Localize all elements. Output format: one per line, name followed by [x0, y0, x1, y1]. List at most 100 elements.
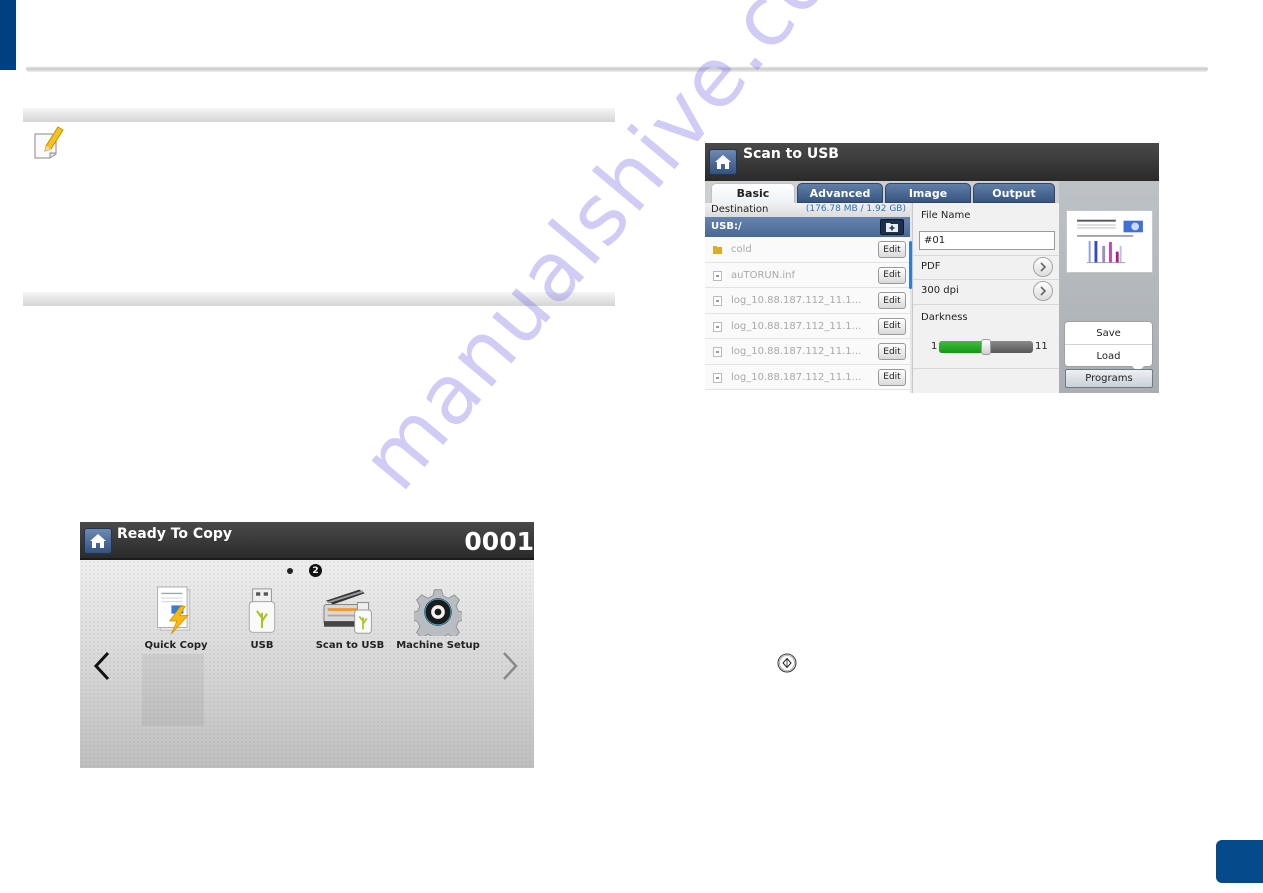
settings-panel: File Name PDF 300 dpi Darkness 1 11 [912, 203, 1059, 393]
pressed-tile-highlight [142, 654, 204, 726]
darkness-min: 1 [931, 341, 938, 352]
current-path-bar: USB:/ [705, 217, 910, 237]
file-icon [713, 347, 722, 357]
quick-copy-icon [131, 580, 221, 636]
prev-page-button[interactable] [92, 650, 112, 682]
screen-title: Scan to USB [743, 146, 839, 162]
app-label: Machine Setup [396, 640, 480, 651]
edit-button[interactable]: Edit [878, 343, 906, 360]
file-list: cold Edit auTORUN.inf Edit log_10.88.187… [705, 237, 910, 390]
home-button[interactable] [84, 528, 112, 554]
resolution-button[interactable] [1033, 281, 1053, 301]
app-scan-to-usb[interactable]: Scan to USB [305, 580, 395, 651]
page-number-badge [1216, 840, 1263, 883]
header-rule [26, 66, 1208, 72]
home-icon [715, 155, 731, 169]
programs-button[interactable]: Programs [1065, 369, 1153, 388]
file-name: auTORUN.inf [731, 269, 796, 281]
note-box-bottom-bar [23, 292, 615, 306]
current-path: USB:/ [711, 221, 742, 232]
screen-header: Scan to USB [705, 143, 1159, 181]
app-label: Quick Copy [144, 640, 208, 651]
file-name-label: File Name [921, 210, 971, 221]
resolution-value: 300 dpi [921, 285, 959, 296]
page-indicator: 2 [287, 564, 322, 577]
programs-menu: Save Load [1064, 321, 1153, 372]
file-list-item[interactable]: auTORUN.inf Edit [705, 262, 910, 288]
file-list-item[interactable]: log_10.88.187.112_11.1... Edit [705, 313, 910, 339]
edit-button[interactable]: Edit [878, 241, 906, 258]
file-name: cold [731, 244, 752, 255]
darkness-track[interactable] [939, 339, 1033, 355]
tab-advanced[interactable]: Advanced [797, 183, 883, 203]
chevron-right-icon [1040, 286, 1047, 296]
divider [913, 304, 1059, 305]
programs-save[interactable]: Save [1065, 322, 1152, 345]
destination-header: Destination (176.78 MB / 1.92 GB) [705, 203, 910, 217]
app-label: USB [250, 640, 274, 651]
tab-basic[interactable]: Basic [711, 183, 795, 203]
document-preview[interactable] [1066, 210, 1153, 273]
file-list-item[interactable]: log_10.88.187.112_11.1... Edit [705, 339, 910, 365]
file-list-item[interactable]: log_10.88.187.112_11.1... Edit [705, 364, 910, 390]
darkness-max: 11 [1035, 341, 1048, 352]
copy-count: 0001 [464, 527, 534, 556]
file-format-value: PDF [921, 261, 941, 272]
preview-panel: Save Load Programs [1059, 181, 1159, 393]
divider [913, 255, 1059, 256]
tab-output[interactable]: Output [973, 183, 1055, 203]
folder-icon [713, 246, 722, 254]
document-thumbnail-icon [1077, 219, 1143, 264]
divider [913, 368, 1059, 369]
new-folder-button[interactable] [880, 219, 904, 235]
file-icon [713, 321, 722, 332]
next-page-button[interactable] [500, 650, 520, 682]
file-icon [713, 270, 722, 281]
darkness-slider[interactable]: 1 11 [921, 339, 1051, 355]
app-label: Scan to USB [315, 640, 385, 651]
scan-to-usb-icon [305, 580, 395, 636]
darkness-knob[interactable] [981, 339, 991, 355]
file-icon [713, 296, 722, 306]
edit-button[interactable]: Edit [878, 266, 906, 284]
file-list-item[interactable]: cold Edit [705, 237, 910, 263]
ready-to-copy-screen: Ready To Copy 0001 2 Quick Copy USB Scan… [80, 522, 534, 768]
start-diamond-icon [777, 653, 797, 673]
programs-load[interactable]: Load [1065, 345, 1152, 368]
tab-image[interactable]: Image [885, 183, 971, 203]
darkness-fill [939, 341, 986, 353]
chapter-side-tab [0, 0, 16, 70]
scan-to-usb-screen: Scan to USB Basic Advanced Image Output … [705, 143, 1159, 393]
screen-header: Ready To Copy 0001 [80, 522, 534, 560]
tab-bar: Basic Advanced Image Output [705, 181, 1059, 203]
machine-setup-gear-icon [393, 580, 483, 636]
file-icon [713, 372, 722, 383]
file-name-input[interactable] [919, 231, 1055, 250]
edit-button[interactable]: Edit [878, 292, 906, 309]
edit-button[interactable]: Edit [878, 317, 906, 335]
file-name: log_10.88.187.112_11.1... [731, 320, 862, 332]
page-dot-1[interactable] [287, 567, 293, 574]
app-usb[interactable]: USB [217, 580, 307, 651]
destination-label: Destination [711, 204, 769, 215]
file-list-item[interactable]: log_10.88.187.112_11.1... Edit [705, 288, 910, 314]
storage-capacity: (176.78 MB / 1.92 GB) [805, 204, 906, 214]
note-pencil-icon [32, 124, 66, 160]
app-quick-copy[interactable]: Quick Copy [131, 580, 221, 651]
destination-panel: Destination (176.78 MB / 1.92 GB) USB:/ … [705, 203, 910, 393]
chevron-left-icon [93, 651, 110, 681]
screen-title: Ready To Copy [117, 526, 232, 542]
home-button[interactable] [709, 149, 737, 175]
usb-icon [217, 580, 307, 636]
darkness-label: Darkness [921, 312, 968, 323]
file-format-button[interactable] [1033, 257, 1053, 277]
add-folder-icon [886, 223, 898, 232]
home-icon [90, 534, 106, 548]
divider [913, 279, 1059, 280]
file-name: log_10.88.187.112_11.1... [731, 346, 862, 357]
file-name: log_10.88.187.112_11.1... [731, 371, 862, 383]
app-machine-setup[interactable]: Machine Setup [393, 580, 483, 651]
chevron-right-icon [1040, 262, 1047, 272]
file-name: log_10.88.187.112_11.1... [731, 295, 862, 306]
edit-button[interactable]: Edit [878, 368, 906, 386]
